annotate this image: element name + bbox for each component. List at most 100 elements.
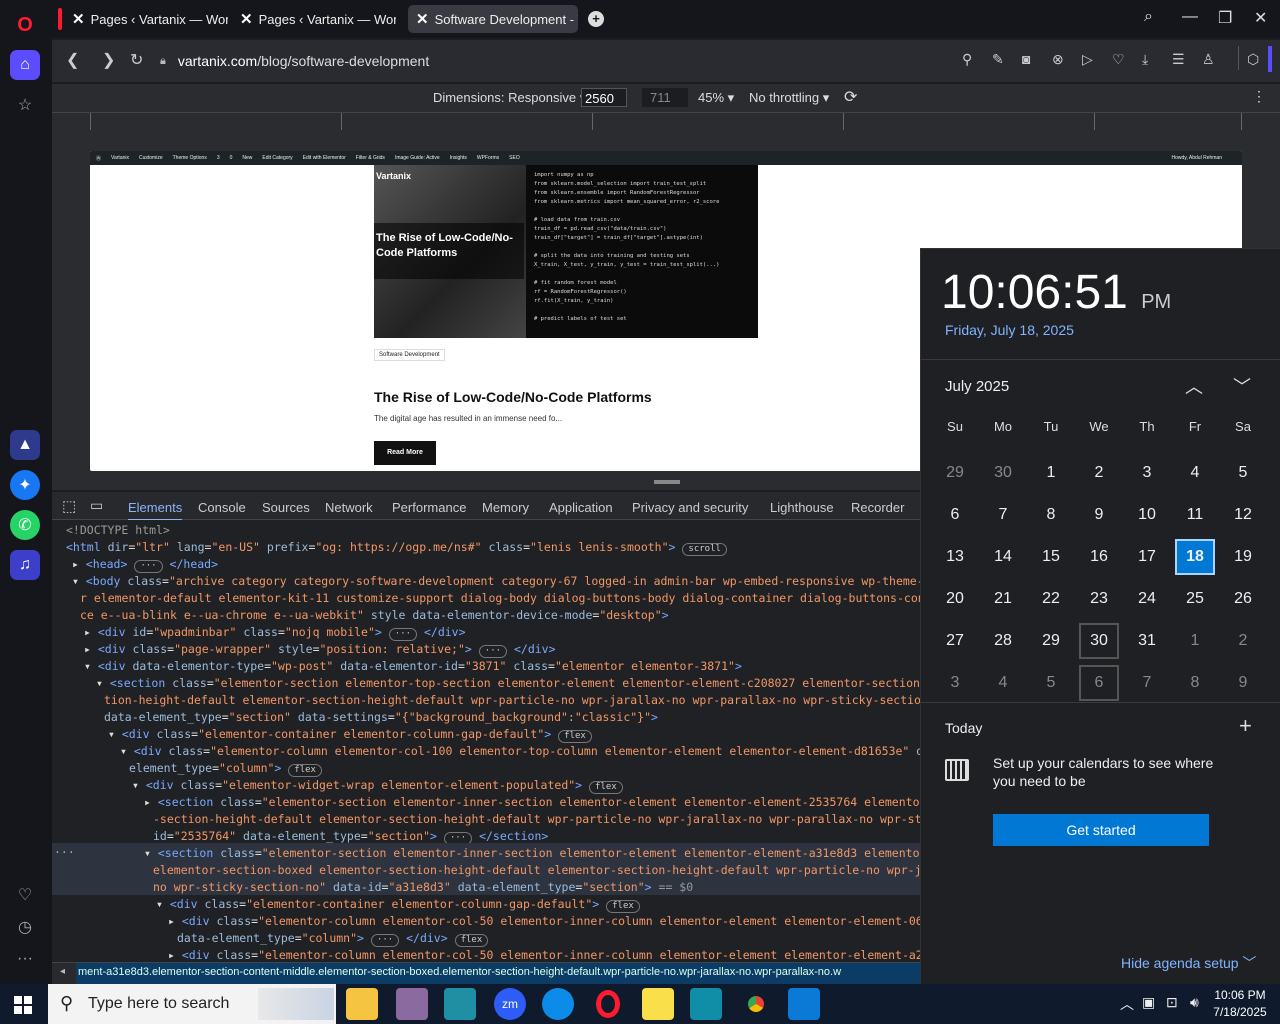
dom-line-selected[interactable]: ▾ <section class="elementor-section elem…: [144, 845, 920, 862]
more-icon[interactable]: ···: [10, 944, 40, 974]
calendar-day[interactable]: 5: [1223, 455, 1263, 491]
calendar-day[interactable]: 2: [1223, 623, 1263, 659]
next-month-icon[interactable]: ﹀: [1233, 373, 1251, 399]
file-explorer-icon[interactable]: [346, 988, 378, 1020]
calendar-day[interactable]: 19: [1223, 539, 1263, 575]
calendar-day[interactable]: 21: [983, 581, 1023, 617]
dom-tree[interactable]: <!DOCTYPE html> <html dir="ltr" lang="en…: [52, 520, 920, 962]
search-page-icon[interactable]: ⚲: [962, 51, 972, 68]
taskbar-clock[interactable]: 10:06 PM 7/18/2025: [1212, 988, 1268, 1019]
calendar-day[interactable]: 3: [1127, 455, 1167, 491]
adminbar-item[interactable]: Edit with Elementor: [303, 155, 346, 161]
app-icon[interactable]: [396, 988, 428, 1020]
adminbar-user[interactable]: Howdy, Abdul Rehman: [1172, 155, 1223, 161]
calendar-day[interactable]: 10: [1127, 497, 1167, 533]
heart-icon[interactable]: ♡: [10, 880, 40, 910]
calendar-day[interactable]: 2: [1079, 455, 1119, 491]
tab-elements[interactable]: Elements: [128, 500, 183, 521]
resize-handle[interactable]: [654, 480, 680, 484]
calendar-day[interactable]: 27: [935, 623, 975, 659]
camera-icon[interactable]: ◙: [1022, 51, 1030, 67]
month-label[interactable]: July 2025: [945, 378, 1009, 395]
edge-icon[interactable]: [542, 988, 574, 1020]
tab-console[interactable]: Console: [198, 500, 246, 515]
home-icon[interactable]: ⌂: [10, 50, 40, 80]
dimensions-select[interactable]: Dimensions: Responsive ▾: [433, 90, 586, 106]
adminbar-item[interactable]: Vartanix: [111, 155, 129, 161]
adminbar-item[interactable]: Theme Options: [173, 155, 207, 161]
calendar-day[interactable]: 16: [1079, 539, 1119, 575]
close-window-button[interactable]: ✕: [1254, 8, 1267, 28]
calendar-day[interactable]: 6: [1079, 665, 1119, 701]
post-title[interactable]: The Rise of Low-Code/No-Code Platforms: [374, 389, 652, 405]
whatsapp-icon[interactable]: ✆: [10, 510, 40, 540]
scroll-left-icon[interactable]: ◂: [60, 966, 65, 977]
calendar-day[interactable]: 4: [1175, 455, 1215, 491]
calendar-day[interactable]: 23: [1079, 581, 1119, 617]
tab-sources[interactable]: Sources: [262, 500, 310, 515]
heart-icon[interactable]: ♡: [1112, 51, 1125, 68]
device-toggle-icon[interactable]: ▭: [90, 497, 103, 514]
tab-recorder[interactable]: Recorder: [851, 500, 904, 515]
star-icon[interactable]: ☆: [10, 90, 40, 120]
adminbar-item[interactable]: SEO: [509, 155, 520, 161]
calendar-day[interactable]: 1: [1031, 455, 1071, 491]
calendar-day[interactable]: 6: [935, 497, 975, 533]
app-icon[interactable]: [444, 988, 476, 1020]
hero-image[interactable]: Vartanix The Rise of Low-Code/No-Code Pl…: [374, 165, 758, 338]
rotate-icon[interactable]: ⟳: [844, 87, 857, 107]
calendar-day[interactable]: 9: [1079, 497, 1119, 533]
dom-line[interactable]: ▾ <div class="elementor-column elementor…: [120, 743, 920, 760]
inspect-element-icon[interactable]: ⬚: [62, 497, 76, 515]
zoom-select[interactable]: 45% ▾: [698, 90, 734, 106]
calendar-day[interactable]: 20: [935, 581, 975, 617]
calendar-day[interactable]: 3: [935, 665, 975, 701]
media-query-ruler[interactable]: [52, 112, 1280, 130]
tab-software-development[interactable]: ✕ Software Development - V: [408, 5, 578, 33]
extensions-icon[interactable]: ⬡: [1238, 46, 1259, 70]
dom-line[interactable]: ▸ <div id="wpadminbar" class="nojq mobil…: [84, 624, 466, 641]
adminbar-item[interactable]: Customize: [139, 155, 163, 161]
calendar-day[interactable]: 26: [1223, 581, 1263, 617]
dom-line[interactable]: ▸ <div class="elementor-column elementor…: [168, 947, 920, 962]
throttling-select[interactable]: No throttling ▾: [749, 90, 829, 106]
add-event-icon[interactable]: +: [1239, 713, 1252, 739]
calendar-day[interactable]: 31: [1127, 623, 1167, 659]
get-started-button[interactable]: Get started: [993, 814, 1209, 846]
calendar-day[interactable]: 12: [1223, 497, 1263, 533]
calendar-day[interactable]: 29: [1031, 623, 1071, 659]
tab-lighthouse[interactable]: Lighthouse: [770, 500, 834, 515]
calendar-day[interactable]: 24: [1127, 581, 1167, 617]
calendar-day[interactable]: 15: [1031, 539, 1071, 575]
new-tab-button[interactable]: +: [588, 11, 604, 27]
calendar-day[interactable]: 14: [983, 539, 1023, 575]
tab-privacy-security[interactable]: Privacy and security: [632, 500, 748, 515]
dom-line[interactable]: ▾ <div class="elementor-container elemen…: [108, 726, 592, 743]
adblock-icon[interactable]: ⊗: [1052, 51, 1064, 68]
url-field[interactable]: 🔒︎ vartanix.com/blog/software-developmen…: [160, 46, 1240, 76]
music-player-icon[interactable]: ♫: [10, 550, 40, 580]
app-icon[interactable]: [690, 988, 722, 1020]
calendar-day[interactable]: 30: [1079, 623, 1119, 659]
vscode-icon[interactable]: [788, 988, 820, 1020]
adminbar-item[interactable]: Filter & Grids: [356, 155, 385, 161]
adminbar-item[interactable]: New: [242, 155, 252, 161]
easy-setup-icon[interactable]: ☰: [1172, 51, 1185, 68]
minimize-button[interactable]: —: [1182, 8, 1198, 26]
calendar-day[interactable]: 4: [983, 665, 1023, 701]
calendar-day[interactable]: 17: [1127, 539, 1167, 575]
calendar-day[interactable]: 25: [1175, 581, 1215, 617]
calendar-day[interactable]: 30: [983, 455, 1023, 491]
full-date-link[interactable]: Friday, July 18, 2025: [945, 322, 1074, 338]
tab-performance[interactable]: Performance: [392, 500, 466, 515]
calendar-day[interactable]: 8: [1175, 665, 1215, 701]
width-input[interactable]: 2560: [581, 88, 627, 107]
site-logo[interactable]: Vartanix: [376, 171, 411, 181]
opera-icon[interactable]: [596, 990, 620, 1018]
sticky-notes-icon[interactable]: [642, 988, 674, 1020]
dom-line[interactable]: ▸ <head> ··· </head>: [72, 556, 218, 573]
windows-start-icon[interactable]: [14, 996, 32, 1014]
adminbar-item[interactable]: 3: [217, 155, 220, 161]
tray-chevron-icon[interactable]: ︿: [1120, 994, 1134, 1014]
search-tabs-icon[interactable]: ⌕: [1144, 8, 1153, 26]
